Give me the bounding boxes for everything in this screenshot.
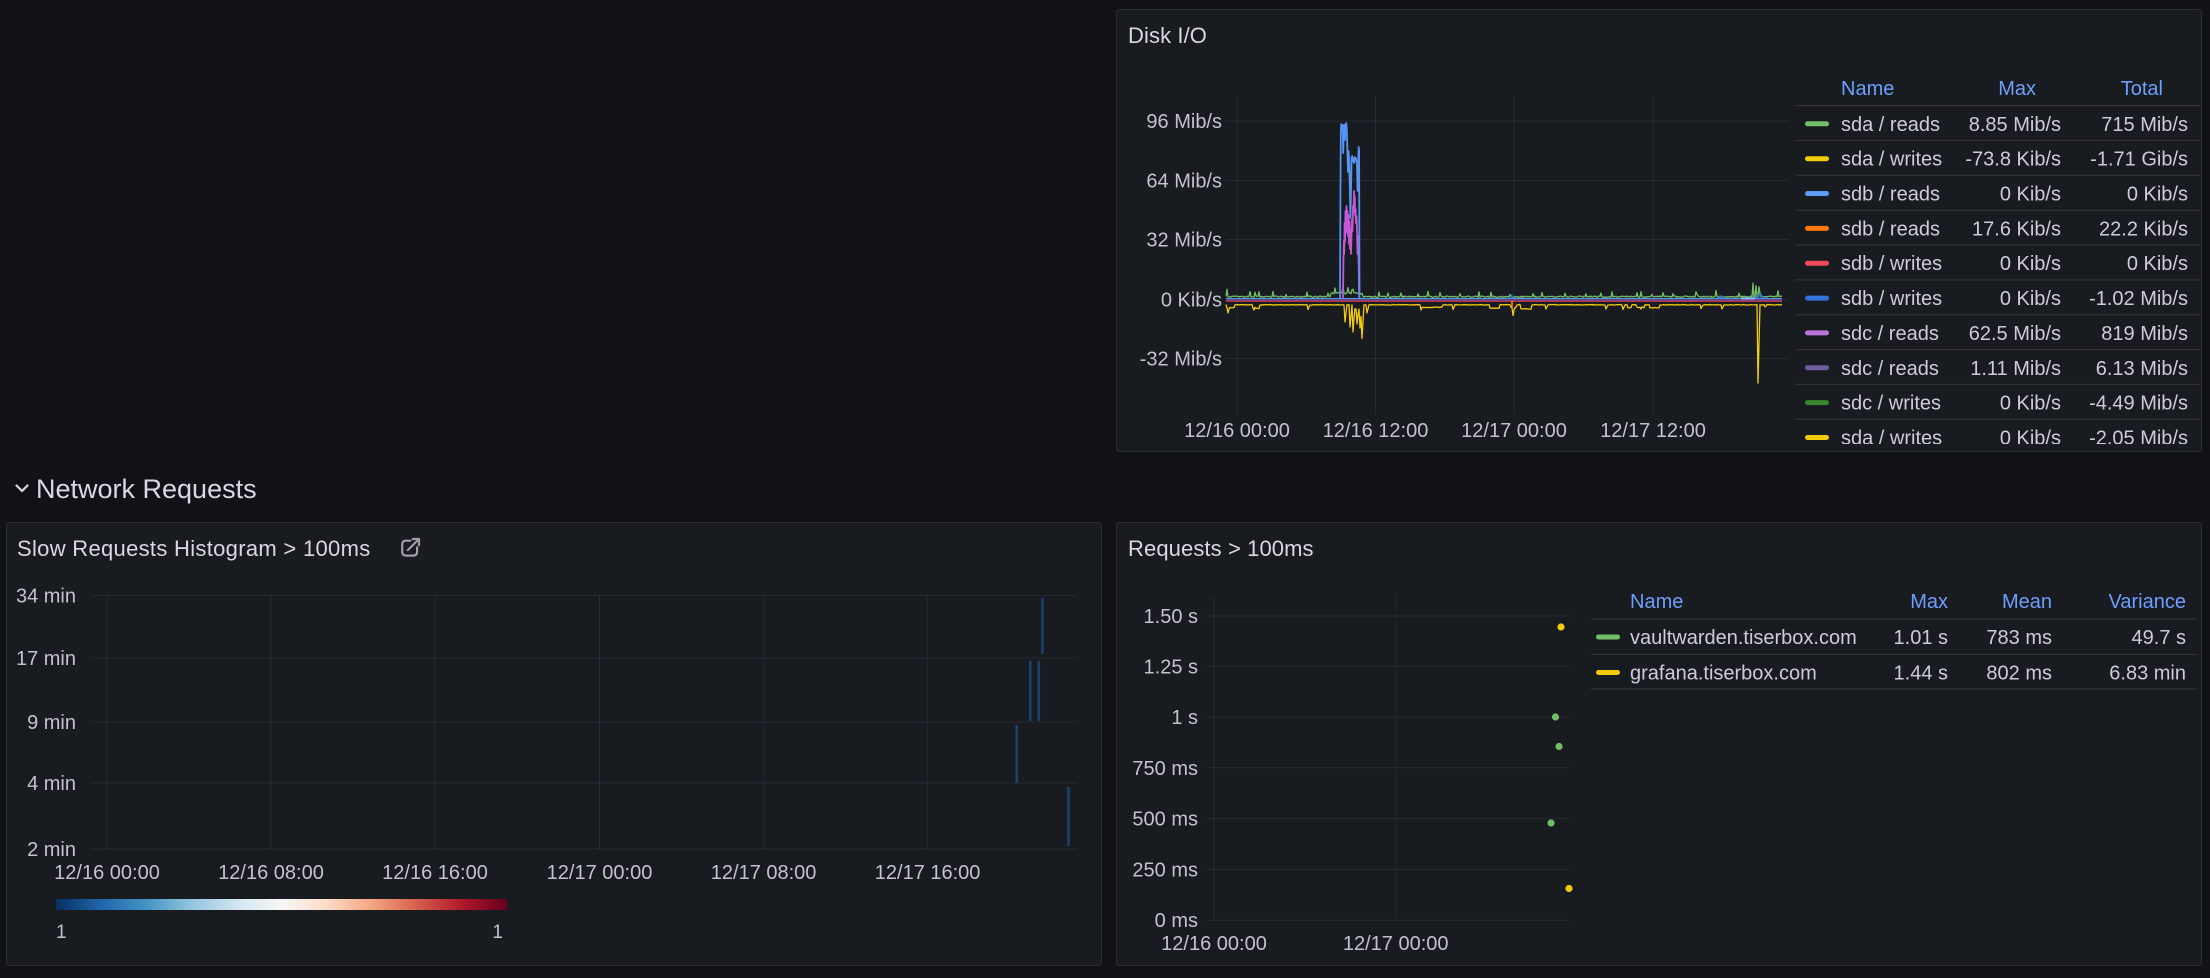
svg-text:-32 Mib/s: -32 Mib/s: [1140, 349, 1222, 371]
svg-text:1.01 s: 1.01 s: [1894, 627, 1948, 649]
svg-text:12/17 00:00: 12/17 00:00: [547, 862, 653, 884]
svg-text:819 Mib/s: 819 Mib/s: [2101, 323, 2188, 345]
svg-text:12/16 12:00: 12/16 12:00: [1323, 420, 1429, 442]
svg-text:sdb / reads: sdb / reads: [1841, 184, 1940, 206]
svg-text:12/16 00:00: 12/16 00:00: [54, 862, 160, 884]
svg-text:-1.71 Gib/s: -1.71 Gib/s: [2090, 149, 2188, 171]
svg-text:34 min: 34 min: [16, 586, 76, 608]
svg-text:8.85 Mib/s: 8.85 Mib/s: [1969, 114, 2061, 136]
svg-text:sdb / writes: sdb / writes: [1841, 253, 1942, 275]
svg-text:9 min: 9 min: [27, 712, 76, 734]
svg-text:1.50 s: 1.50 s: [1144, 606, 1198, 628]
svg-text:6.83 min: 6.83 min: [2109, 663, 2186, 685]
svg-text:sdc / reads: sdc / reads: [1841, 323, 1939, 345]
svg-text:1.44 s: 1.44 s: [1894, 663, 1948, 685]
svg-text:sdc / writes: sdc / writes: [1841, 393, 1941, 415]
svg-text:sda / writes: sda / writes: [1841, 428, 1942, 450]
svg-text:Variance: Variance: [2109, 591, 2186, 613]
svg-text:sdb / reads: sdb / reads: [1841, 218, 1940, 240]
svg-text:0 Kib/s: 0 Kib/s: [2000, 428, 2061, 450]
svg-text:12/16 16:00: 12/16 16:00: [382, 862, 488, 884]
svg-text:17.6 Kib/s: 17.6 Kib/s: [1972, 218, 2061, 240]
svg-text:1: 1: [56, 922, 67, 943]
svg-text:6.13 Mib/s: 6.13 Mib/s: [2096, 358, 2188, 380]
svg-text:500 ms: 500 ms: [1132, 809, 1198, 831]
svg-text:Mean: Mean: [2002, 591, 2052, 613]
svg-text:12/17 08:00: 12/17 08:00: [711, 862, 817, 884]
svg-text:0 Kib/s: 0 Kib/s: [2127, 184, 2188, 206]
svg-text:Name: Name: [1841, 78, 1894, 100]
svg-text:64 Mib/s: 64 Mib/s: [1146, 171, 1222, 193]
svg-text:Max: Max: [1998, 78, 2036, 100]
svg-text:0 Kib/s: 0 Kib/s: [2000, 184, 2061, 206]
svg-text:sdb / writes: sdb / writes: [1841, 288, 1942, 310]
svg-text:sdc / reads: sdc / reads: [1841, 358, 1939, 380]
svg-text:17 min: 17 min: [16, 648, 76, 670]
svg-text:12/17 00:00: 12/17 00:00: [1343, 933, 1449, 955]
svg-text:0 Kib/s: 0 Kib/s: [2000, 393, 2061, 415]
svg-text:0 Kib/s: 0 Kib/s: [2000, 288, 2061, 310]
svg-text:1.11 Mib/s: 1.11 Mib/s: [1970, 358, 2061, 380]
svg-text:-2.05 Mib/s: -2.05 Mib/s: [2089, 428, 2188, 450]
svg-text:12/17 16:00: 12/17 16:00: [875, 862, 981, 884]
svg-text:Max: Max: [1910, 591, 1948, 613]
svg-text:22.2 Kib/s: 22.2 Kib/s: [2099, 218, 2188, 240]
svg-text:1: 1: [492, 922, 503, 943]
svg-text:12/16 00:00: 12/16 00:00: [1184, 420, 1290, 442]
svg-text:grafana.tiserbox.com: grafana.tiserbox.com: [1630, 663, 1817, 685]
svg-text:4 min: 4 min: [27, 773, 76, 795]
svg-text:1 s: 1 s: [1171, 707, 1198, 729]
svg-text:12/16 00:00: 12/16 00:00: [1161, 933, 1267, 955]
svg-text:12/17 00:00: 12/17 00:00: [1461, 420, 1567, 442]
svg-text:96 Mib/s: 96 Mib/s: [1146, 111, 1222, 133]
svg-text:62.5 Mib/s: 62.5 Mib/s: [1969, 323, 2061, 345]
svg-text:sda / writes: sda / writes: [1841, 149, 1942, 171]
svg-text:750 ms: 750 ms: [1132, 758, 1198, 780]
svg-text:12/16 08:00: 12/16 08:00: [218, 862, 324, 884]
svg-text:0 Kib/s: 0 Kib/s: [2127, 253, 2188, 275]
svg-text:802 ms: 802 ms: [1986, 663, 2052, 685]
svg-text:783 ms: 783 ms: [1986, 627, 2052, 649]
svg-text:0 Kib/s: 0 Kib/s: [1161, 290, 1222, 312]
svg-text:250 ms: 250 ms: [1132, 859, 1198, 881]
svg-text:sda / reads: sda / reads: [1841, 114, 1940, 136]
svg-text:-1.02 Mib/s: -1.02 Mib/s: [2089, 288, 2188, 310]
svg-text:1.25 s: 1.25 s: [1144, 656, 1198, 678]
svg-text:49.7 s: 49.7 s: [2132, 627, 2186, 649]
svg-text:vaultwarden.tiserbox.com: vaultwarden.tiserbox.com: [1630, 627, 1857, 649]
svg-text:Name: Name: [1630, 591, 1683, 613]
svg-text:2 min: 2 min: [27, 839, 76, 861]
svg-text:0 Kib/s: 0 Kib/s: [2000, 253, 2061, 275]
svg-text:-4.49 Mib/s: -4.49 Mib/s: [2089, 393, 2188, 415]
svg-text:-73.8 Kib/s: -73.8 Kib/s: [1965, 149, 2061, 171]
svg-text:12/17 12:00: 12/17 12:00: [1600, 420, 1706, 442]
svg-text:32 Mib/s: 32 Mib/s: [1146, 230, 1222, 252]
svg-text:Total: Total: [2121, 78, 2163, 100]
svg-text:715 Mib/s: 715 Mib/s: [2101, 114, 2188, 136]
svg-text:0 ms: 0 ms: [1155, 910, 1198, 932]
